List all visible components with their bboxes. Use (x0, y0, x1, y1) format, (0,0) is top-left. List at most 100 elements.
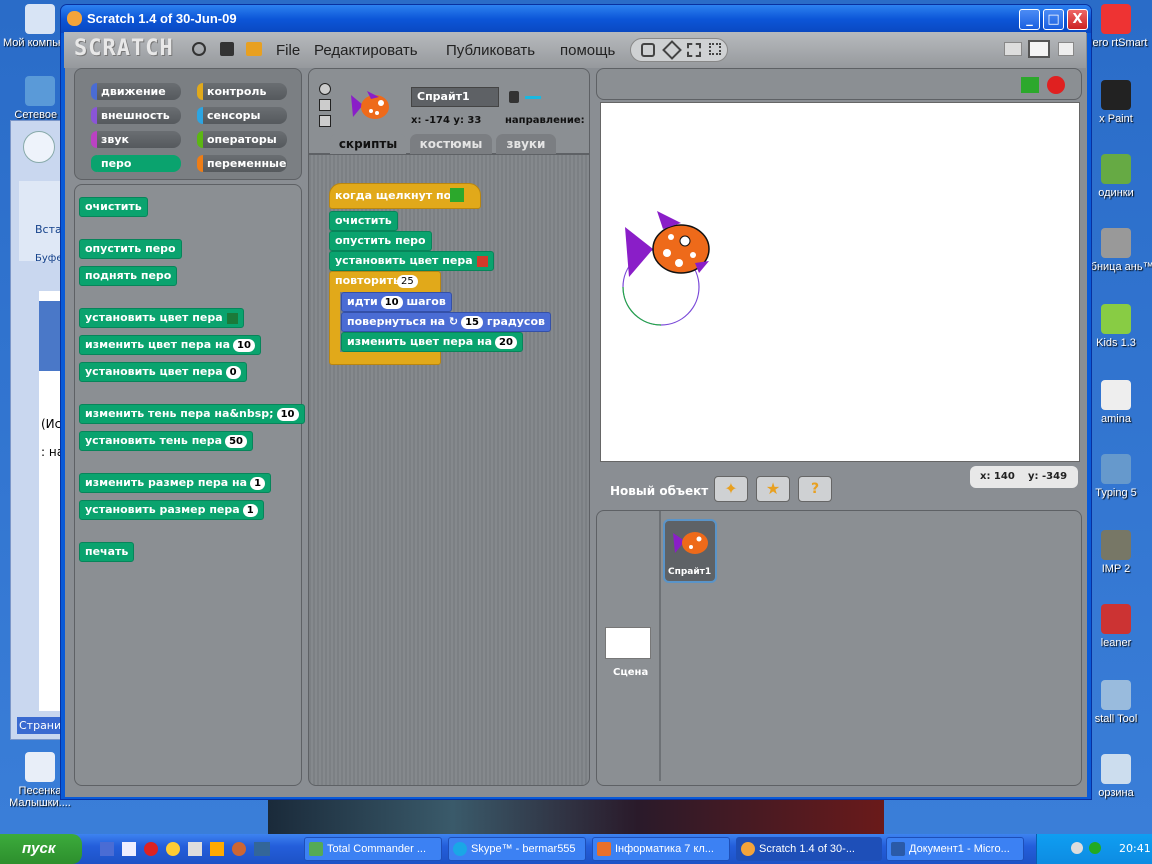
category-variables[interactable]: переменные (197, 155, 287, 172)
stage-label: Сцена (613, 667, 649, 678)
menu-bar: SCRATCH File Редактировать Публиковать п… (64, 32, 1086, 68)
category-panel: движение контроль внешность сенсоры звук… (74, 68, 302, 180)
small-stage-icon[interactable] (1004, 42, 1022, 56)
category-motion[interactable]: движение (91, 83, 181, 100)
direction-indicator (525, 96, 541, 99)
category-looks[interactable]: внешность (91, 107, 181, 124)
block-palette: очистить опустить перо поднять перо уста… (74, 184, 305, 786)
sprite-thumbnail[interactable]: Спрайт1 (663, 519, 717, 583)
block-pen-down[interactable]: опустить перо (329, 231, 432, 251)
stage-header (596, 68, 1082, 100)
task-word[interactable]: Документ1 - Micro... (886, 837, 1024, 861)
chrome-icon[interactable] (166, 842, 180, 856)
block-stamp[interactable]: печать (79, 542, 135, 562)
flip-icon[interactable] (319, 99, 331, 111)
system-tray: 20:41 (1036, 834, 1152, 864)
stamp-icon[interactable] (641, 43, 655, 57)
show-desktop-icon[interactable] (254, 842, 270, 856)
category-control[interactable]: контроль (197, 83, 287, 100)
opera-icon[interactable] (144, 842, 158, 856)
random-sprite-button[interactable]: ? (798, 476, 832, 502)
block-set-pen-shade[interactable]: установить тень пера 50 (79, 431, 253, 451)
tray-icon[interactable] (1089, 842, 1101, 854)
tab-scripts[interactable]: скрипты (330, 134, 406, 154)
tab-sounds[interactable]: звуки (496, 134, 556, 154)
block-set-pen-color-number[interactable]: установить цвет пера 0 (79, 362, 247, 382)
menu-share[interactable]: Публиковать (446, 42, 535, 59)
category-operators[interactable]: операторы (197, 131, 287, 148)
clock: 20:41 (1119, 842, 1151, 855)
tab-costumes[interactable]: костюмы (410, 134, 492, 154)
block-clear[interactable]: очистить (329, 211, 398, 231)
sprite-list: Спрайт1 Сцена (596, 510, 1082, 786)
task-total-commander[interactable]: Total Commander ... (304, 837, 442, 861)
quick-launch (96, 840, 286, 858)
skype-icon (453, 842, 467, 856)
open-sprite-button[interactable]: ★ (756, 476, 790, 502)
tray-icon[interactable] (1071, 842, 1083, 854)
share-icon[interactable] (246, 42, 262, 56)
color-swatch[interactable] (476, 255, 488, 267)
globe-icon[interactable] (192, 42, 206, 56)
presentation-icon[interactable] (1058, 42, 1074, 56)
title-bar[interactable]: Scratch 1.4 of 30-Jun-09 _ □ X (61, 5, 1091, 33)
normal-stage-icon[interactable] (1028, 40, 1050, 58)
scripts-area: когда щелкнут по очистить опустить перо … (308, 154, 590, 786)
menu-edit[interactable]: Редактировать (314, 42, 418, 59)
sprite-coordinates: x: -174 y: 33 (411, 115, 482, 126)
block-when-flag-clicked[interactable]: когда щелкнут по (329, 183, 481, 209)
sprite-name-field[interactable]: Спрайт1 (411, 87, 499, 107)
sprite-fish-thumbnail (351, 91, 389, 119)
color-swatch[interactable] (226, 312, 238, 324)
maximize-button[interactable]: □ (1043, 9, 1064, 30)
minimize-button[interactable]: _ (1019, 9, 1040, 30)
block-set-pen-color[interactable]: установить цвет пера (329, 251, 494, 271)
save-icon[interactable] (220, 42, 234, 56)
shrink-icon[interactable] (709, 43, 721, 55)
sprite-direction-label: направление: (505, 115, 585, 126)
quicklaunch-icon[interactable] (232, 842, 246, 856)
quicklaunch-icon[interactable] (188, 842, 202, 856)
window-title: Scratch 1.4 of 30-Jun-09 (87, 11, 237, 26)
task-informatika[interactable]: Інформатика 7 кл... (592, 837, 730, 861)
scissors-icon[interactable] (662, 40, 682, 60)
lock-icon[interactable] (509, 91, 519, 103)
scratch-cat-icon (67, 11, 82, 26)
stage-thumbnail[interactable] (605, 627, 651, 659)
block-change-pen-size[interactable]: изменить размер пера на 1 (79, 473, 272, 493)
close-button[interactable]: X (1067, 9, 1088, 30)
block-pen-up[interactable]: поднять перо (79, 266, 178, 286)
menu-file[interactable]: File (276, 42, 300, 59)
category-sound[interactable]: звук (91, 131, 181, 148)
task-scratch[interactable]: Scratch 1.4 of 30-... (736, 837, 882, 861)
stage[interactable] (600, 102, 1080, 462)
tool-buttons (630, 38, 728, 62)
scratch-cat-icon (741, 842, 755, 856)
block-set-pen-color-swatch[interactable]: установить цвет пера (79, 308, 244, 328)
stop-icon[interactable] (1047, 76, 1065, 94)
menu-help[interactable]: помощь (560, 42, 615, 59)
green-flag-icon[interactable] (1021, 77, 1039, 93)
rotate-all-icon[interactable] (319, 83, 331, 95)
block-turn[interactable]: повернуться на ↻ 15 градусов (341, 312, 551, 332)
block-move[interactable]: идти 10 шагов (341, 292, 452, 312)
no-rotate-icon[interactable] (319, 115, 331, 127)
new-object-bar: Новый объект ✦ ★ ? (596, 470, 968, 508)
wallpaper-strip (268, 800, 884, 834)
quicklaunch-icon[interactable] (122, 842, 136, 856)
block-change-pen-shade[interactable]: изменить тень пера на&nbsp; 10 (79, 404, 305, 424)
paint-sprite-button[interactable]: ✦ (714, 476, 748, 502)
block-set-pen-size[interactable]: установить размер пера 1 (79, 500, 264, 520)
block-change-pen-color[interactable]: изменить цвет пера на 20 (341, 332, 523, 352)
task-skype[interactable]: Skype™ - bermar555 (448, 837, 586, 861)
block-clear[interactable]: очистить (79, 197, 148, 217)
block-change-pen-color[interactable]: изменить цвет пера на 10 (79, 335, 261, 355)
quicklaunch-icon[interactable] (210, 842, 224, 856)
quicklaunch-icon[interactable] (100, 842, 114, 856)
block-pen-down[interactable]: опустить перо (79, 239, 182, 259)
start-button[interactable]: пуск (0, 834, 82, 864)
category-sensing[interactable]: сенсоры (197, 107, 287, 124)
category-pen[interactable]: перо (91, 155, 181, 172)
grow-icon[interactable] (687, 43, 701, 57)
stage-drawing (622, 211, 710, 326)
